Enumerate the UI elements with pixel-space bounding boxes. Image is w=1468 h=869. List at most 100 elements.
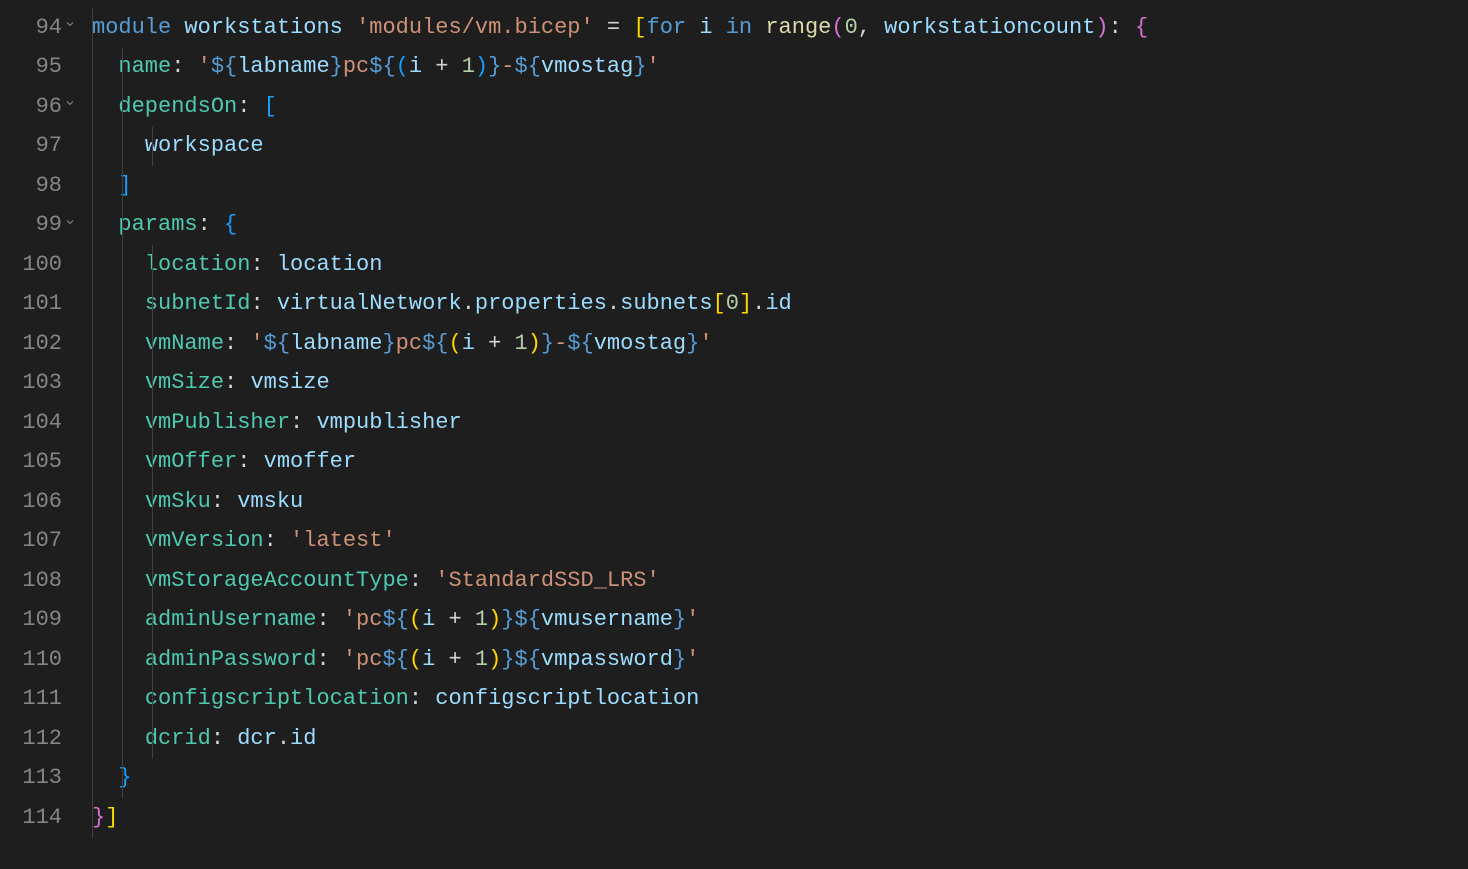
code-token [92, 363, 145, 403]
code-line[interactable]: adminUsername: 'pc${(i + 1)}${vmusername… [92, 601, 1468, 641]
indent-guide [152, 482, 153, 522]
line-number: 110 [8, 640, 62, 680]
code-token: i [699, 8, 725, 48]
code-content[interactable]: module workstations 'modules/vm.bicep' =… [80, 0, 1468, 869]
code-line[interactable]: vmName: '${labname}pc${(i + 1)}-${vmosta… [92, 324, 1468, 364]
indent-guide [92, 8, 93, 48]
code-line[interactable]: dependsOn: [ [92, 87, 1468, 127]
code-line[interactable]: name: '${labname}pc${(i + 1)}-${vmostag}… [92, 48, 1468, 88]
code-line[interactable]: module workstations 'modules/vm.bicep' =… [92, 8, 1468, 48]
indent-guide [92, 285, 93, 325]
code-line[interactable]: subnetId: virtualNetwork.properties.subn… [92, 285, 1468, 325]
code-line[interactable]: vmOffer: vmoffer [92, 443, 1468, 483]
indent-guide [122, 166, 123, 206]
indent-guide [92, 522, 93, 562]
indent-guide [122, 206, 123, 246]
code-token: dcrid [145, 719, 211, 759]
code-token [92, 205, 118, 245]
code-token: vmostag [594, 324, 686, 364]
code-token: ${ [515, 640, 541, 680]
code-token: dependsOn [118, 87, 237, 127]
line-number: 97 [8, 127, 62, 167]
code-token: : [211, 482, 237, 522]
code-line[interactable]: vmSku: vmsku [92, 482, 1468, 522]
indent-guide [92, 443, 93, 483]
code-token: ( [409, 600, 422, 640]
code-token: ) [528, 324, 541, 364]
code-token: + [488, 324, 514, 364]
line-number: 100 [8, 245, 62, 285]
code-token: . [607, 284, 620, 324]
line-number: 94 [8, 8, 62, 48]
code-token [92, 126, 145, 166]
indent-guide [92, 403, 93, 443]
code-line[interactable]: vmStorageAccountType: 'StandardSSD_LRS' [92, 561, 1468, 601]
code-token: } [686, 324, 699, 364]
code-token: + [435, 47, 461, 87]
code-line[interactable]: configscriptlocation: configscriptlocati… [92, 680, 1468, 720]
code-token: workstationcount [884, 8, 1095, 48]
chevron-down-icon[interactable] [64, 15, 76, 40]
code-token: } [501, 600, 514, 640]
line-number: 102 [8, 324, 62, 364]
code-line[interactable]: ] [92, 166, 1468, 206]
line-number: 106 [8, 482, 62, 522]
code-token: } [382, 324, 395, 364]
code-token: : [171, 47, 197, 87]
code-token: workspace [145, 126, 264, 166]
code-token: for [647, 8, 700, 48]
line-number: 112 [8, 719, 62, 759]
code-token: location [277, 245, 383, 285]
code-token: + [448, 640, 474, 680]
code-line[interactable]: vmPublisher: vmpublisher [92, 403, 1468, 443]
code-line[interactable]: vmVersion: 'latest' [92, 522, 1468, 562]
chevron-down-icon[interactable] [64, 94, 76, 119]
code-line[interactable]: workspace [92, 127, 1468, 167]
code-line[interactable]: location: location [92, 245, 1468, 285]
indent-guide [152, 522, 153, 562]
code-token: ' [699, 324, 712, 364]
indent-guide [92, 166, 93, 206]
code-line[interactable]: dcrid: dcr.id [92, 719, 1468, 759]
indent-guide [92, 324, 93, 364]
code-line[interactable]: adminPassword: 'pc${(i + 1)}${vmpassword… [92, 640, 1468, 680]
code-token: : [224, 363, 250, 403]
indent-guide [92, 680, 93, 720]
line-number: 104 [8, 403, 62, 443]
code-token [92, 482, 145, 522]
indent-guide [152, 680, 153, 720]
line-number: 99 [8, 206, 62, 246]
code-token: : [224, 324, 250, 364]
code-token: subnets [620, 284, 712, 324]
code-editor[interactable]: 9495969798991001011021031041051061071081… [0, 0, 1468, 869]
code-token: 'pc [343, 640, 383, 680]
code-token: : [211, 719, 237, 759]
code-token: vmOffer [145, 442, 237, 482]
code-token: location [145, 245, 251, 285]
code-token: i [462, 324, 488, 364]
code-token: id [290, 719, 316, 759]
code-line[interactable]: params: { [92, 206, 1468, 246]
code-token: vmsize [250, 363, 329, 403]
code-token: - [501, 47, 514, 87]
indent-guide [122, 87, 123, 127]
indent-guide [92, 798, 93, 838]
code-token: workstations [184, 8, 356, 48]
indent-guide [92, 206, 93, 246]
code-line[interactable]: vmSize: vmsize [92, 364, 1468, 404]
code-token: } [541, 324, 554, 364]
code-token: ] [105, 798, 118, 838]
code-token: : [316, 640, 342, 680]
code-token: module [92, 8, 184, 48]
code-token [92, 640, 145, 680]
code-token: properties [475, 284, 607, 324]
code-token: 'modules/vm.bicep' [356, 8, 594, 48]
code-line[interactable]: } [92, 759, 1468, 799]
line-number: 95 [8, 48, 62, 88]
chevron-down-icon[interactable] [64, 213, 76, 238]
code-token [92, 47, 118, 87]
code-token: { [224, 205, 237, 245]
indent-guide [152, 285, 153, 325]
code-line[interactable]: }] [92, 798, 1468, 838]
code-token: } [488, 47, 501, 87]
